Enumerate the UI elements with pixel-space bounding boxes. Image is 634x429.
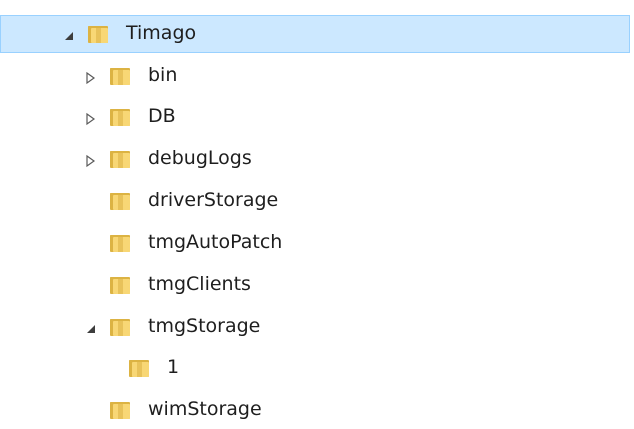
tree-item-tmgautopatch[interactable]: tmgAutoPatch <box>0 224 634 262</box>
tree-item-label: tmgAutoPatch <box>148 231 283 253</box>
folder-icon <box>109 190 131 212</box>
tree-item-driverstorage[interactable]: driverStorage <box>0 182 634 220</box>
tree-item-label: wimStorage <box>148 398 262 420</box>
tree-item-label: tmgStorage <box>148 315 261 337</box>
folder-icon <box>109 316 131 338</box>
tree-item-timago[interactable]: Timago <box>0 15 630 53</box>
tree-item-bin[interactable]: bin <box>0 57 634 95</box>
folder-icon <box>109 148 131 170</box>
tree-item-tmgstorage[interactable]: tmgStorage <box>0 308 634 346</box>
folder-icon <box>109 232 131 254</box>
tree-item-label: tmgClients <box>148 273 251 295</box>
tree-item-tmgclients[interactable]: tmgClients <box>0 266 634 304</box>
expanded-arrow-icon[interactable] <box>62 26 76 40</box>
tree-item-db[interactable]: DB <box>0 98 634 136</box>
folder-icon <box>109 399 131 421</box>
tree-item-label: debugLogs <box>148 147 252 169</box>
tree-item-wimstorage[interactable]: wimStorage <box>0 391 634 429</box>
folder-icon <box>109 106 131 128</box>
tree-item-1[interactable]: 1 <box>0 349 634 387</box>
tree-item-label: Timago <box>126 22 197 44</box>
folder-tree: Timago bin DB debugLogs driverStorage tmgAuto… <box>0 0 634 423</box>
folder-icon <box>109 65 131 87</box>
tree-item-label: 1 <box>167 356 180 378</box>
tree-item-label: DB <box>148 105 176 127</box>
collapsed-arrow-icon[interactable] <box>84 151 98 168</box>
collapsed-arrow-icon[interactable] <box>84 68 98 85</box>
expanded-arrow-icon[interactable] <box>84 319 98 333</box>
folder-icon <box>128 357 150 379</box>
tree-item-label: bin <box>148 64 178 86</box>
folder-icon <box>109 274 131 296</box>
collapsed-arrow-icon[interactable] <box>84 109 98 126</box>
folder-icon <box>87 23 109 45</box>
tree-item-debuglogs[interactable]: debugLogs <box>0 140 634 178</box>
tree-item-label: driverStorage <box>148 189 279 211</box>
